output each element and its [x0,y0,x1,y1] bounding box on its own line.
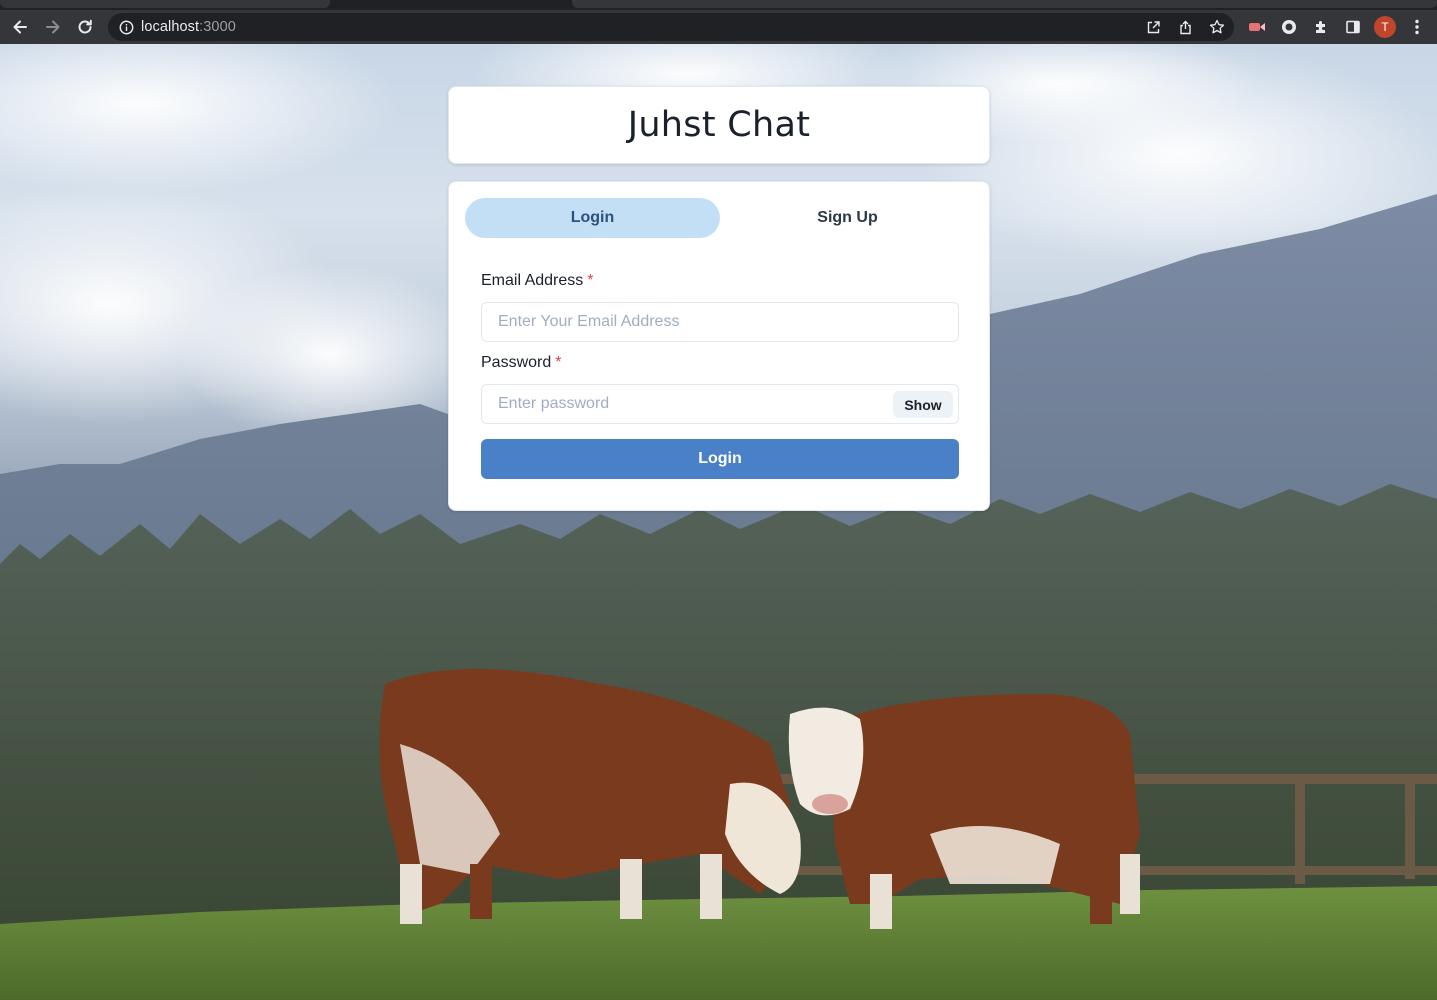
share-icon[interactable] [1176,18,1194,36]
auth-tabs: Login Sign Up [465,198,975,238]
auth-card: Login Sign Up Email Address* Password* S… [448,181,990,511]
menu-kebab-icon[interactable] [1406,16,1428,38]
browser-tab-strip [0,0,1437,10]
required-indicator: * [555,354,562,371]
app-title: Juhst Chat [627,105,811,145]
open-in-app-icon[interactable] [1144,18,1162,36]
reload-icon[interactable] [73,15,97,39]
email-label: Email Address * [481,272,594,290]
forward-icon[interactable] [41,15,65,39]
url-text: localhost:3000 [141,19,236,35]
url-host: localhost [141,19,200,35]
extensions-puzzle-icon[interactable] [1310,16,1332,38]
browser-tab[interactable] [0,0,330,8]
show-password-button[interactable]: Show [893,391,953,418]
site-info-icon[interactable] [118,19,134,35]
login-button[interactable]: Login [481,439,959,479]
extension-circle-icon[interactable] [1278,16,1300,38]
email-field-wrapper [481,302,959,342]
browser-tab[interactable] [572,0,1437,8]
extension-record-icon[interactable] [1246,16,1268,38]
bookmark-star-icon[interactable] [1208,18,1226,36]
side-panel-icon[interactable] [1342,16,1364,38]
address-bar[interactable]: localhost:3000 [108,13,1234,41]
password-label: Password * [481,354,561,372]
tab-sign-up[interactable]: Sign Up [720,198,975,238]
password-field-wrapper: Show [481,384,959,424]
browser-toolbar: localhost:3000 T [0,10,1437,44]
password-field[interactable] [482,385,958,423]
password-label-text: Password [481,354,552,371]
required-indicator: * [587,272,594,289]
tab-login[interactable]: Login [465,198,720,238]
back-icon[interactable] [8,15,32,39]
email-label-text: Email Address [481,272,584,289]
profile-avatar[interactable]: T [1374,16,1396,38]
url-port: :3000 [199,19,236,35]
app-title-card: Juhst Chat [448,86,990,164]
email-field[interactable] [482,303,958,341]
